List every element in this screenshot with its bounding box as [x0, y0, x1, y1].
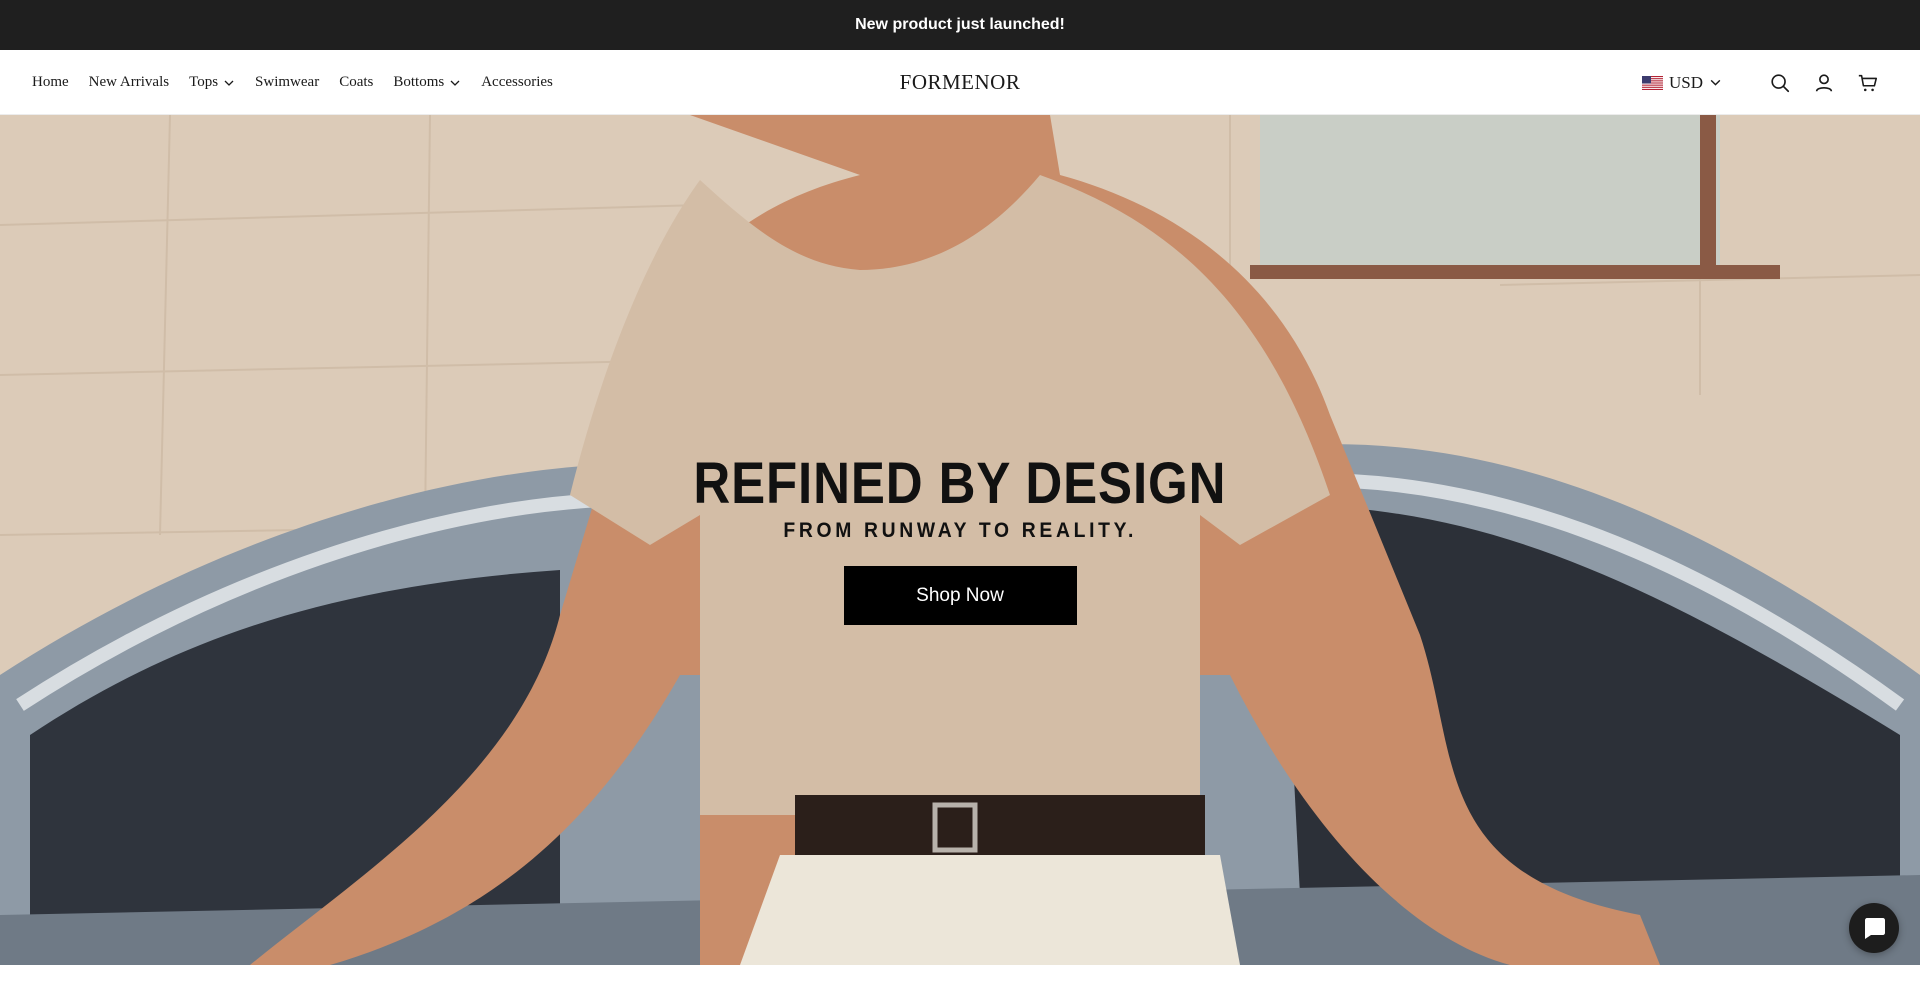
- cart-icon: [1858, 74, 1878, 91]
- page-below-hero: [0, 965, 1920, 993]
- nav-item-label: Bottoms: [393, 74, 445, 90]
- cart-button[interactable]: [1856, 71, 1880, 95]
- nav-item-label: Accessories: [481, 74, 553, 90]
- us-flag-icon: [1641, 75, 1663, 90]
- account-icon: [1815, 73, 1833, 92]
- hero-title: REFINED BY DESIGN: [693, 451, 1227, 516]
- nav-item-accessories[interactable]: Accessories: [481, 74, 553, 91]
- hero-banner: REFINED BY DESIGN FROM RUNWAY TO REALITY…: [0, 115, 1920, 965]
- chevron-down-icon: [450, 80, 460, 86]
- nav-item-label: Tops: [189, 74, 219, 90]
- hero-subtitle: FROM RUNWAY TO REALITY.: [783, 519, 1137, 542]
- account-button[interactable]: [1812, 71, 1836, 95]
- nav-item-coats[interactable]: Coats: [339, 74, 373, 91]
- nav-item-tops[interactable]: Tops: [189, 74, 235, 91]
- site-logo[interactable]: FORMENOR: [900, 70, 1021, 95]
- hero-content: REFINED BY DESIGN FROM RUNWAY TO REALITY…: [0, 455, 1920, 625]
- currency-selector[interactable]: USD: [1641, 72, 1722, 93]
- search-icon: [1771, 73, 1790, 92]
- chat-icon: [1865, 918, 1885, 939]
- shop-now-button[interactable]: Shop Now: [843, 566, 1077, 625]
- announcement-bar: New product just launched!: [0, 0, 1920, 50]
- chevron-down-icon: [1710, 79, 1721, 86]
- nav-item-label: Home: [32, 74, 69, 90]
- nav-item-home[interactable]: Home: [32, 74, 69, 91]
- search-button[interactable]: [1768, 71, 1792, 95]
- site-header: Home New Arrivals Tops Swimwear Coats Bo…: [0, 50, 1920, 115]
- header-actions: USD: [1641, 50, 1880, 115]
- main-nav: Home New Arrivals Tops Swimwear Coats Bo…: [32, 50, 573, 115]
- nav-item-bottoms[interactable]: Bottoms: [393, 74, 461, 91]
- nav-item-label: Coats: [339, 74, 374, 90]
- currency-label: USD: [1668, 72, 1703, 92]
- chat-button[interactable]: [1849, 903, 1899, 953]
- nav-item-new-arrivals[interactable]: New Arrivals: [89, 74, 169, 91]
- nav-item-label: Swimwear: [255, 74, 320, 90]
- chevron-down-icon: [224, 80, 234, 86]
- announcement-text: New product just launched!: [855, 16, 1065, 33]
- nav-item-swimwear[interactable]: Swimwear: [255, 74, 319, 91]
- nav-item-label: New Arrivals: [88, 74, 170, 90]
